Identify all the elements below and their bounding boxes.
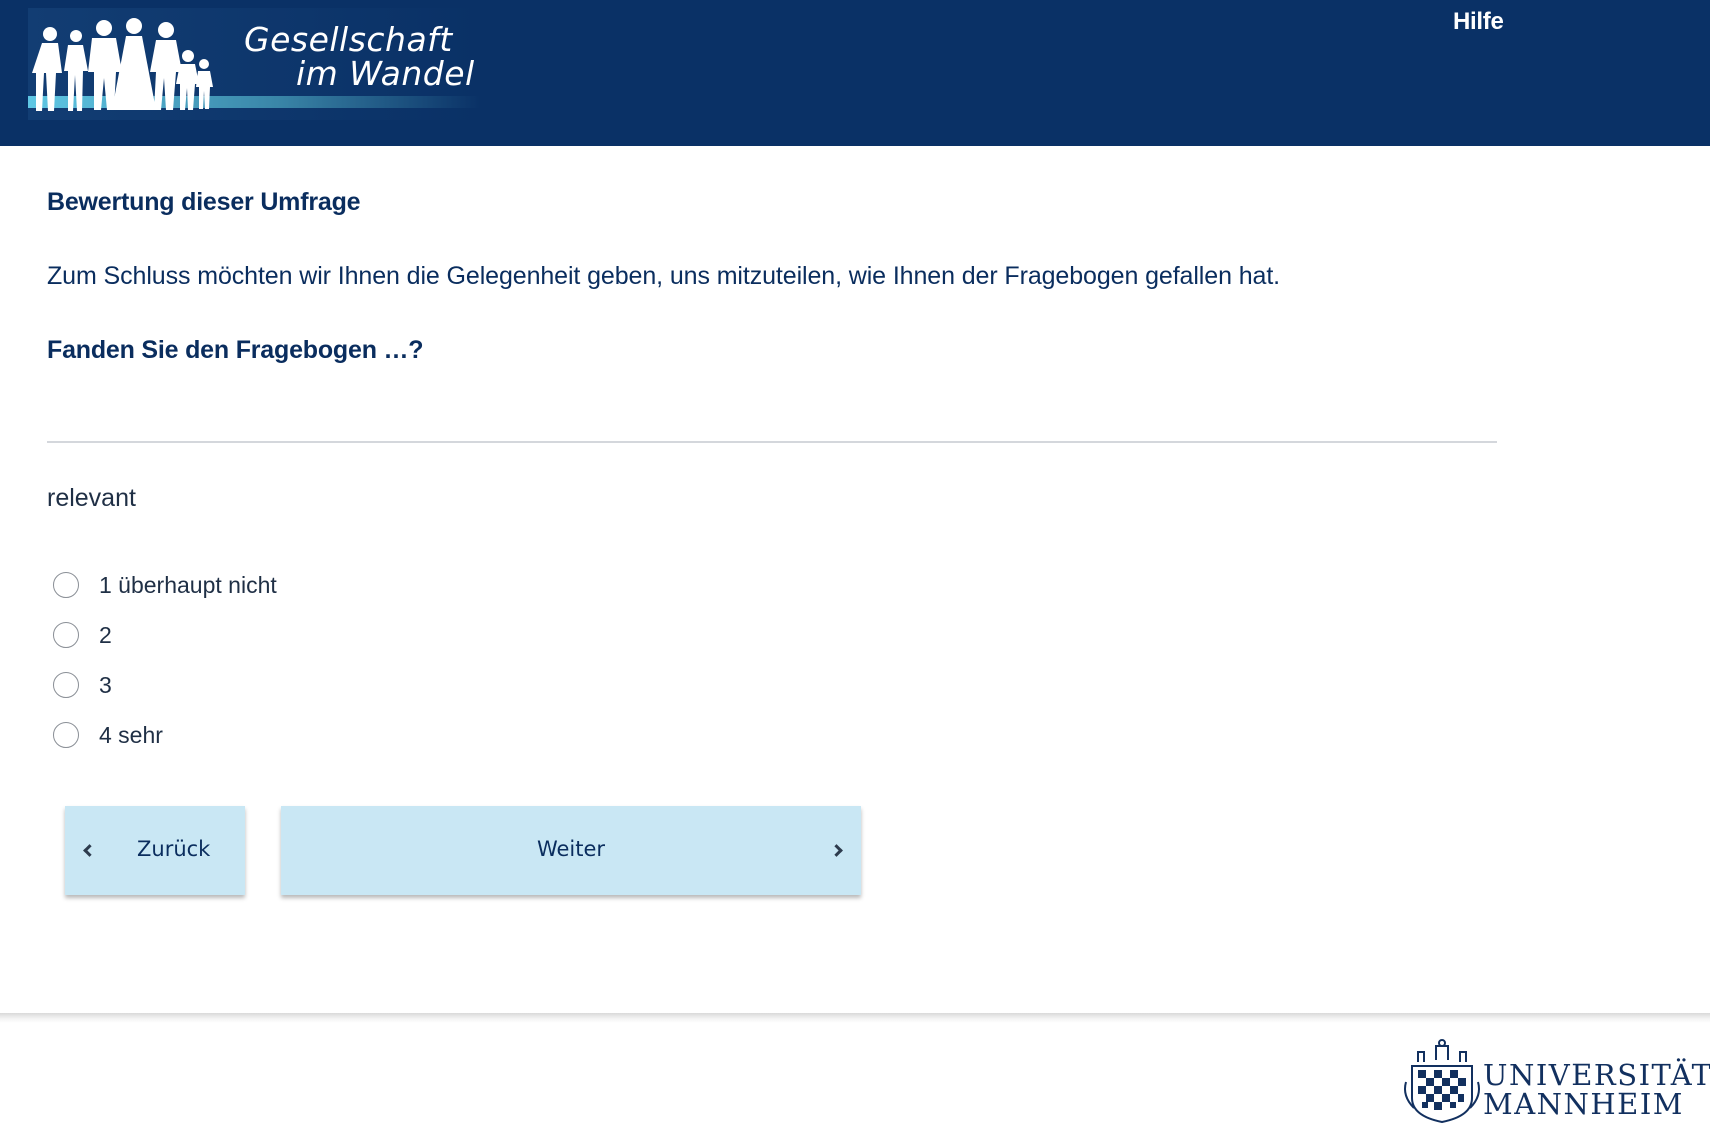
option-3[interactable]: 3 <box>53 665 112 705</box>
chevron-left-icon <box>83 844 96 857</box>
divider <box>47 441 1497 443</box>
university-name-line2: MANNHEIM <box>1483 1087 1684 1121</box>
radio-button[interactable] <box>53 722 79 748</box>
radio-button[interactable] <box>53 672 79 698</box>
option-label: 2 <box>99 621 112 648</box>
back-button-label: Zurück <box>137 837 211 861</box>
footer-divider <box>0 1013 1710 1023</box>
option-label: 1 überhaupt nicht <box>99 571 277 598</box>
logo-title-line2: im Wandel <box>296 54 475 93</box>
option-1[interactable]: 1 überhaupt nicht <box>53 565 277 605</box>
next-button-label: Weiter <box>536 837 606 861</box>
item-label: relevant <box>47 484 136 512</box>
help-link[interactable]: Hilfe <box>1453 8 1504 36</box>
gesellschaft-im-wandel-logo: Gesellschaft im Wandel <box>28 8 480 120</box>
intro-text: Zum Schluss möchten wir Ihnen die Gelege… <box>47 262 1281 290</box>
radio-button[interactable] <box>53 572 79 598</box>
university-crest-icon <box>1404 1039 1480 1124</box>
back-button[interactable]: Zurück <box>65 806 245 895</box>
section-title: Bewertung dieser Umfrage <box>47 188 361 216</box>
question-text: Fanden Sie den Fragebogen …? <box>47 336 424 364</box>
radio-button[interactable] <box>53 622 79 648</box>
next-button[interactable]: Weiter <box>281 806 861 895</box>
option-2[interactable]: 2 <box>53 615 112 655</box>
site-header: Gesellschaft im Wandel Hilfe <box>0 0 1710 146</box>
option-label: 4 sehr <box>99 721 163 748</box>
option-4[interactable]: 4 sehr <box>53 715 163 755</box>
option-label: 3 <box>99 671 112 698</box>
